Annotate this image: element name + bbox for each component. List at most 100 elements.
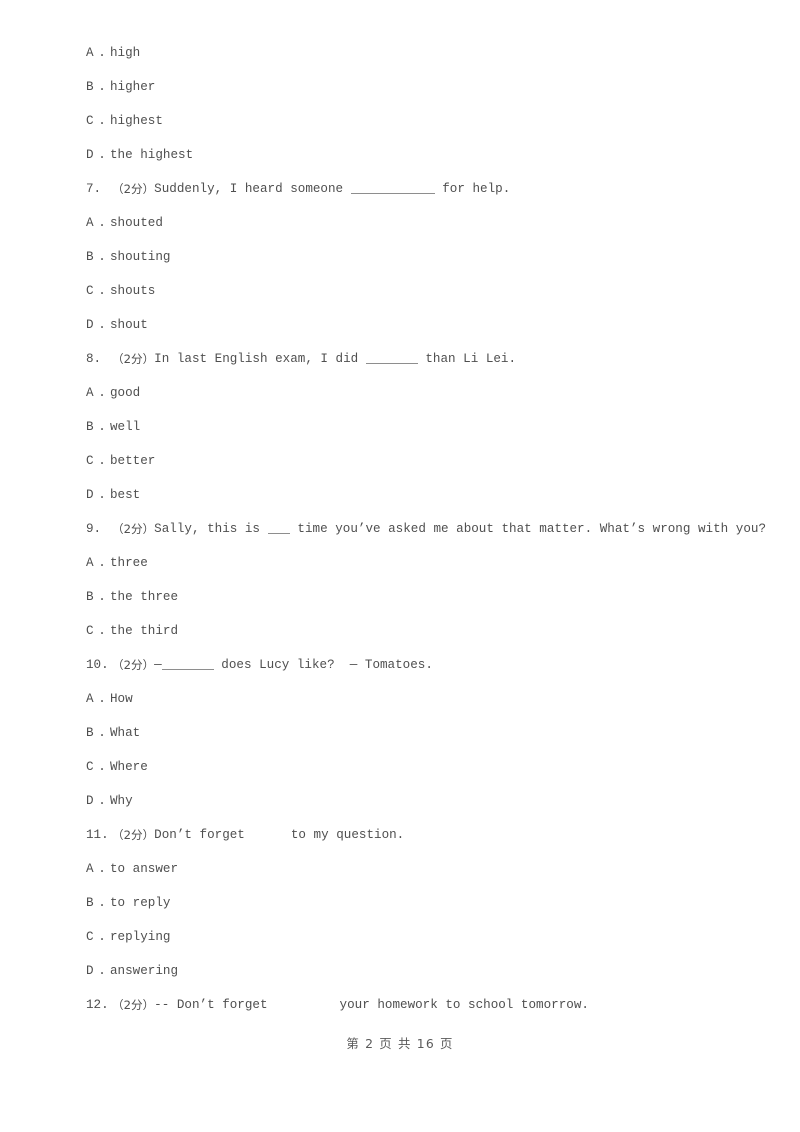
option-row[interactable]: C . shouts bbox=[86, 284, 766, 318]
question-text-before: -- Don’t forget bbox=[154, 998, 268, 1012]
option-text: replying bbox=[110, 930, 171, 944]
question-score: （2分） bbox=[112, 658, 155, 672]
option-letter: D bbox=[86, 964, 94, 978]
option-letter: B bbox=[86, 80, 94, 94]
option-row[interactable]: C . highest bbox=[86, 114, 766, 148]
question-text-before: Don’t forget bbox=[154, 828, 245, 842]
option-row[interactable]: D . answering bbox=[86, 964, 766, 998]
option-row[interactable]: A . high bbox=[86, 46, 766, 80]
option-letter: A bbox=[86, 46, 94, 60]
option-text: shouted bbox=[110, 216, 163, 230]
option-separator: . bbox=[98, 386, 106, 400]
option-separator: . bbox=[98, 250, 106, 264]
option-separator: . bbox=[98, 794, 106, 808]
option-row[interactable]: A . How bbox=[86, 692, 766, 726]
option-row[interactable]: C . better bbox=[86, 454, 766, 488]
document-page: A . high B . higher C . highest D . the … bbox=[0, 0, 800, 1132]
question-stem: 8. （2分） In last English exam, I did than… bbox=[86, 352, 766, 386]
option-separator: . bbox=[98, 284, 106, 298]
option-text: highest bbox=[110, 114, 163, 128]
question-text-after: than Li Lei. bbox=[417, 352, 517, 366]
option-separator: . bbox=[98, 624, 106, 638]
option-letter: B bbox=[86, 420, 94, 434]
option-row[interactable]: B . to reply bbox=[86, 896, 766, 930]
option-separator: . bbox=[98, 148, 106, 162]
option-separator: . bbox=[98, 964, 106, 978]
question-text-after: for help. bbox=[434, 182, 511, 196]
option-letter: A bbox=[86, 556, 94, 570]
option-row[interactable]: D . the highest bbox=[86, 148, 766, 182]
option-separator: . bbox=[98, 760, 106, 774]
option-letter: D bbox=[86, 148, 94, 162]
option-separator: . bbox=[98, 862, 106, 876]
option-text: shouting bbox=[110, 250, 171, 264]
option-letter: C bbox=[86, 284, 94, 298]
option-letter: D bbox=[86, 488, 94, 502]
option-text: Why bbox=[110, 794, 133, 808]
question-stem: 12. （2分） -- Don’t forget your homework t… bbox=[86, 998, 766, 1032]
question-score: （2分） bbox=[112, 182, 155, 196]
option-text: better bbox=[110, 454, 156, 468]
option-text: How bbox=[110, 692, 133, 706]
question-number: 8. bbox=[86, 352, 102, 366]
option-separator: . bbox=[98, 590, 106, 604]
option-row[interactable]: A . shouted bbox=[86, 216, 766, 250]
question-number: 7. bbox=[86, 182, 102, 196]
question-stem: 11. （2分） Don’t forget to my question. bbox=[86, 828, 766, 862]
question-text-after: does Lucy like? — Tomatoes. bbox=[213, 658, 433, 672]
option-separator: . bbox=[98, 454, 106, 468]
option-row[interactable]: B . the three bbox=[86, 590, 766, 624]
option-separator: . bbox=[98, 46, 106, 60]
fill-in-blank[interactable] bbox=[161, 658, 214, 670]
option-row[interactable]: B . well bbox=[86, 420, 766, 454]
option-text: good bbox=[110, 386, 141, 400]
question-list: A . high B . higher C . highest D . the … bbox=[86, 46, 766, 1032]
option-separator: . bbox=[98, 556, 106, 570]
option-text: the third bbox=[110, 624, 179, 638]
option-row[interactable]: A . three bbox=[86, 556, 766, 590]
option-letter: B bbox=[86, 250, 94, 264]
option-letter: B bbox=[86, 726, 94, 740]
option-separator: . bbox=[98, 930, 106, 944]
option-letter: C bbox=[86, 454, 94, 468]
option-text: shout bbox=[110, 318, 148, 332]
option-row[interactable]: B . What bbox=[86, 726, 766, 760]
option-row[interactable]: C . Where bbox=[86, 760, 766, 794]
question-text-before: Suddenly, I heard someone bbox=[154, 182, 351, 196]
option-text: Where bbox=[110, 760, 148, 774]
option-text: What bbox=[110, 726, 141, 740]
option-letter: A bbox=[86, 216, 94, 230]
option-letter: A bbox=[86, 386, 94, 400]
option-row[interactable]: C . the third bbox=[86, 624, 766, 658]
option-row[interactable]: D . Why bbox=[86, 794, 766, 828]
question-number: 9. bbox=[86, 522, 102, 536]
option-text: high bbox=[110, 46, 141, 60]
option-row[interactable]: D . shout bbox=[86, 318, 766, 352]
option-separator: . bbox=[98, 420, 106, 434]
fill-in-blank[interactable] bbox=[350, 182, 435, 194]
fill-in-blank[interactable] bbox=[267, 522, 290, 534]
question-score: （2分） bbox=[112, 352, 155, 366]
option-text: well bbox=[110, 420, 141, 434]
option-separator: . bbox=[98, 488, 106, 502]
option-row[interactable]: D . best bbox=[86, 488, 766, 522]
question-text-before: — bbox=[154, 658, 162, 672]
question-number: 12. bbox=[86, 998, 109, 1012]
question-text-after: time you’ve asked me about that matter. … bbox=[289, 522, 766, 536]
fill-in-blank[interactable] bbox=[365, 352, 418, 364]
option-separator: . bbox=[98, 896, 106, 910]
option-row[interactable]: B . higher bbox=[86, 80, 766, 114]
option-separator: . bbox=[98, 216, 106, 230]
question-text-before: In last English exam, I did bbox=[154, 352, 366, 366]
question-text-after: your homework to school tomorrow. bbox=[339, 998, 589, 1012]
option-row[interactable]: B . shouting bbox=[86, 250, 766, 284]
option-row[interactable]: A . good bbox=[86, 386, 766, 420]
option-text: best bbox=[110, 488, 141, 502]
option-row[interactable]: C . replying bbox=[86, 930, 766, 964]
option-letter: A bbox=[86, 862, 94, 876]
option-text: answering bbox=[110, 964, 179, 978]
option-letter: C bbox=[86, 760, 94, 774]
option-separator: . bbox=[98, 692, 106, 706]
option-row[interactable]: A . to answer bbox=[86, 862, 766, 896]
question-score: （2分） bbox=[112, 998, 155, 1012]
